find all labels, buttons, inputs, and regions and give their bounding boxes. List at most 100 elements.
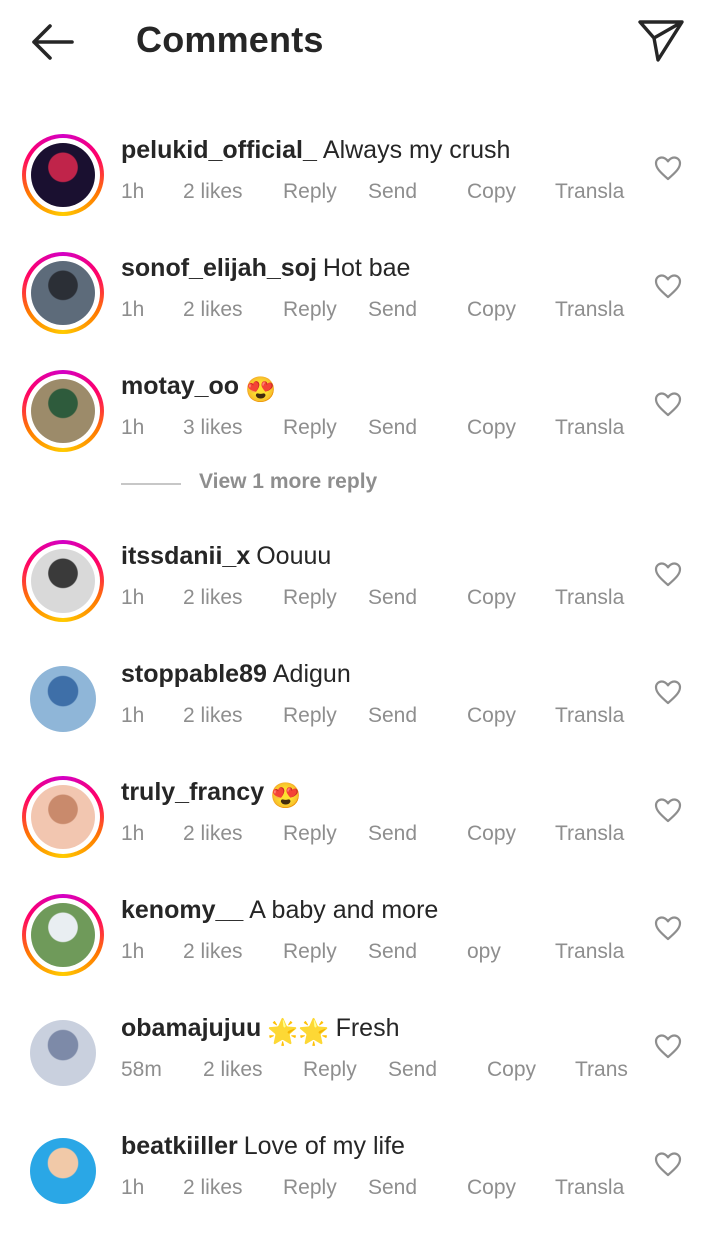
comment-username[interactable]: beatkiiller [121,1132,238,1160]
comment-username[interactable]: sonof_elijah_soj [121,254,317,282]
avatar-photo [30,1138,96,1204]
translate-button[interactable]: Trans [575,1058,628,1082]
comment-likes[interactable]: 2 likes [183,822,243,846]
comment-username[interactable]: truly_francy [121,778,264,806]
comment-likes[interactable]: 2 likes [183,704,243,728]
comment-row: sonof_elijah_soj Hot bae 1h 2 likes Reply Sen… [0,244,720,362]
like-heart-icon[interactable] [654,915,682,941]
avatar[interactable] [22,540,104,622]
reply-button[interactable]: Reply [283,298,337,322]
like-heart-icon[interactable] [654,391,682,417]
view-more-replies-label[interactable]: View 1 more reply [199,470,377,494]
comment-body: Love of my life [243,1132,405,1160]
like-heart-icon[interactable] [654,679,682,705]
copy-button[interactable]: Copy [487,1058,536,1082]
copy-button[interactable]: Copy [467,180,516,204]
avatar[interactable] [22,1130,104,1212]
comment-username[interactable]: motay_oo [121,372,239,400]
back-arrow-icon[interactable] [28,20,76,64]
comment-likes[interactable]: 2 likes [183,180,243,204]
translate-button[interactable]: Transla [555,180,624,204]
translate-button[interactable]: Transla [555,704,624,728]
comment-username[interactable]: stoppable89 [121,660,267,688]
comment-likes[interactable]: 3 likes [183,416,243,440]
heart-eyes-emoji: 😍 [245,376,277,404]
comment-time: 1h [121,180,145,203]
send-button[interactable]: Send [368,298,417,322]
avatar[interactable] [22,776,104,858]
avatar[interactable] [22,370,104,452]
copy-button[interactable]: Copy [467,1176,516,1200]
like-heart-icon[interactable] [654,1033,682,1059]
copy-button[interactable]: Copy [467,416,516,440]
comment-body: Always my crush [322,136,511,164]
comment-time: 1h [121,940,145,963]
comment-body: Fresh [335,1014,400,1042]
comment-row: truly_francy 😍 1h 2 likes Reply Send Copy Trans… [0,768,720,886]
like-heart-icon[interactable] [654,561,682,587]
comment-time: 58m [121,1058,162,1081]
comment-likes[interactable]: 2 likes [183,298,243,322]
avatar-photo [31,903,95,967]
reply-button[interactable]: Reply [303,1058,357,1082]
translate-button[interactable]: Transla [555,416,624,440]
avatar[interactable] [22,894,104,976]
comment-username[interactable]: itssdanii_x [121,542,250,570]
copy-button[interactable]: Copy [467,298,516,322]
comment-likes[interactable]: 2 likes [203,1058,263,1082]
paper-plane-icon[interactable] [636,18,686,64]
reply-button[interactable]: Reply [283,940,337,964]
comment-username[interactable]: pelukid_official_ [121,136,317,164]
avatar[interactable] [22,658,104,740]
comment-time: 1h [121,416,145,439]
translate-button[interactable]: Transla [555,940,624,964]
avatar-photo [30,1020,96,1086]
send-button[interactable]: Send [368,940,417,964]
comment-text: itssdanii_x Oouuu [121,542,331,571]
comment-likes[interactable]: 2 likes [183,586,243,610]
send-button[interactable]: Send [368,704,417,728]
reply-button[interactable]: Reply [283,822,337,846]
comment-likes[interactable]: 2 likes [183,1176,243,1200]
like-heart-icon[interactable] [654,155,682,181]
comment-row: itssdanii_x Oouuu 1h 2 likes Reply Send Copy Tr… [0,532,720,650]
translate-button[interactable]: Transla [555,1176,624,1200]
comment-username[interactable]: kenomy__ [121,896,243,924]
copy-button[interactable]: Copy [467,704,516,728]
reply-button[interactable]: Reply [283,180,337,204]
translate-button[interactable]: Transla [555,586,624,610]
top-bar: Comments [0,0,720,84]
comment-text: sonof_elijah_soj Hot bae [121,254,410,283]
send-button[interactable]: Send [368,822,417,846]
reply-button[interactable]: Reply [283,586,337,610]
comment-username[interactable]: obamajujuu [121,1014,261,1042]
copy-button[interactable]: Copy [467,586,516,610]
like-heart-icon[interactable] [654,797,682,823]
avatar[interactable] [22,1012,104,1094]
copy-button[interactable]: Copy [467,822,516,846]
page-title: Comments [136,19,324,60]
comment-text: beatkiiller Love of my life [121,1132,405,1161]
reply-button[interactable]: Reply [283,704,337,728]
avatar[interactable] [22,252,104,334]
send-button[interactable]: Send [388,1058,437,1082]
reply-button[interactable]: Reply [283,1176,337,1200]
avatar[interactable] [22,134,104,216]
like-heart-icon[interactable] [654,1151,682,1177]
translate-button[interactable]: Transla [555,822,624,846]
comment-likes[interactable]: 2 likes [183,940,243,964]
comment-time: 1h [121,586,145,609]
comment-row: beatkiiller Love of my life 1h 2 likes Reply… [0,1122,720,1240]
reply-button[interactable]: Reply [283,416,337,440]
like-heart-icon[interactable] [654,273,682,299]
comment-body: Oouuu [256,542,332,570]
send-button[interactable]: Send [368,1176,417,1200]
comment-time: 1h [121,298,145,321]
translate-button[interactable]: Transla [555,298,624,322]
send-button[interactable]: Send [368,180,417,204]
comment-row: pelukid_official_ Always my crush 1h 2 like… [0,126,720,244]
send-button[interactable]: Send [368,586,417,610]
avatar-photo [31,143,95,207]
send-button[interactable]: Send [368,416,417,440]
copy-button[interactable]: opy [467,940,501,964]
